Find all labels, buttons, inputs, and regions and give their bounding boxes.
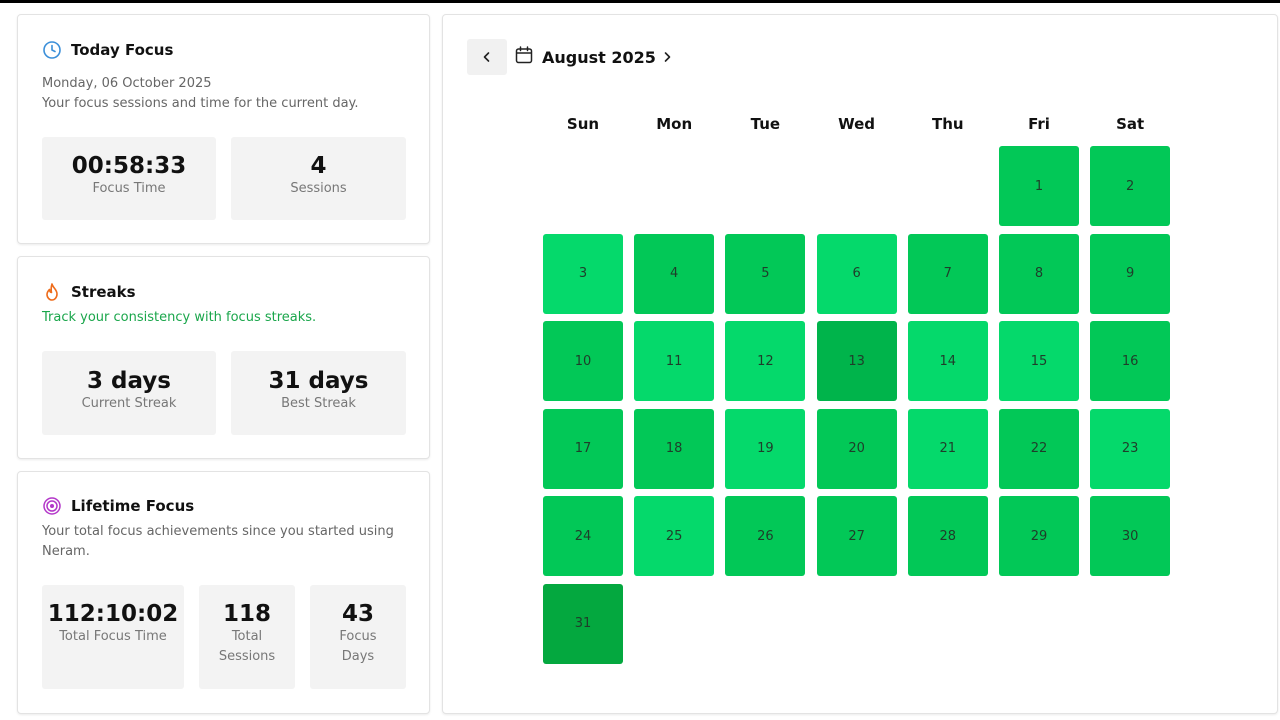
- calendar-day[interactable]: 10: [543, 321, 623, 401]
- total-focus-time-value: 112:10:02: [47, 601, 179, 627]
- total-sessions-stat: 118 Total Sessions: [199, 585, 295, 689]
- calendar-card: August 2025 Sun Mon Tue Wed Thu Fri Sat 123456…: [442, 14, 1278, 714]
- weekday-tue: Tue: [750, 115, 781, 133]
- sessions-label: Sessions: [290, 181, 347, 196]
- focus-days-label: Focus Days: [339, 629, 377, 664]
- calendar-day[interactable]: 31: [543, 583, 623, 664]
- calendar-day[interactable]: 5: [725, 233, 806, 314]
- current-streak-value: 3 days: [87, 368, 171, 394]
- calendar-day[interactable]: 20: [816, 408, 897, 489]
- focus-days-value: 43: [341, 601, 374, 627]
- today-focus-header: Today Focus: [42, 40, 173, 60]
- weekday-sat: Sat: [1116, 115, 1145, 133]
- calendar-day[interactable]: 24: [543, 496, 623, 576]
- calendar-day[interactable]: 18: [634, 408, 715, 489]
- focus-days-stat: 43 Focus Days: [310, 585, 406, 689]
- calendar-day[interactable]: 12: [725, 321, 806, 401]
- current-streak-label: Current Streak: [81, 396, 177, 411]
- focus-time-value: 00:58:33: [71, 153, 187, 179]
- calendar-day[interactable]: 28: [907, 496, 988, 576]
- calendar-day[interactable]: 15: [999, 321, 1079, 401]
- calendar-icon: [515, 46, 533, 68]
- best-streak-stat: 31 days Best Streak: [231, 351, 406, 435]
- calendar-day[interactable]: 29: [999, 496, 1079, 576]
- weekday-sun: Sun: [566, 115, 600, 133]
- sessions-value: 4: [310, 153, 327, 179]
- calendar-day[interactable]: 9: [1090, 233, 1171, 314]
- calendar-day[interactable]: 6: [816, 233, 897, 314]
- sessions-stat: 4 Sessions: [231, 137, 406, 220]
- calendar-day[interactable]: 2: [1090, 146, 1171, 226]
- streaks-header: Streaks: [42, 282, 136, 302]
- best-streak-label: Best Streak: [281, 396, 356, 411]
- today-focus-date: Monday, 06 October 2025: [42, 76, 212, 91]
- today-focus-title: Today Focus: [71, 41, 174, 59]
- calendar-day[interactable]: 25: [634, 496, 715, 576]
- calendar-day[interactable]: 14: [907, 321, 988, 401]
- today-focus-card: Today Focus Monday, 06 October 2025 Your…: [17, 14, 430, 244]
- chevron-left-icon: [481, 48, 493, 67]
- calendar-day[interactable]: 7: [907, 233, 988, 314]
- streaks-card: Streaks Track your consistency with focu…: [17, 256, 430, 459]
- calendar-day[interactable]: 21: [907, 408, 988, 489]
- calendar-day[interactable]: 1: [999, 146, 1079, 226]
- month-title: August 2025: [542, 47, 656, 67]
- calendar-day[interactable]: 26: [725, 496, 806, 576]
- calendar-day[interactable]: 19: [725, 408, 806, 489]
- target-icon: [42, 496, 62, 516]
- calendar-day[interactable]: 22: [999, 408, 1079, 489]
- flame-icon: [42, 282, 62, 302]
- focus-time-stat: 00:58:33 Focus Time: [42, 137, 216, 220]
- total-focus-time-label: Total Focus Time: [59, 629, 167, 644]
- lifetime-focus-description: Your total focus achievements since you …: [42, 524, 394, 559]
- calendar-day[interactable]: 17: [543, 408, 623, 489]
- total-sessions-label: Total Sessions: [218, 629, 276, 664]
- calendar-day[interactable]: 13: [816, 321, 897, 401]
- calendar-day[interactable]: 23: [1090, 408, 1171, 489]
- today-focus-description: Your focus sessions and time for the cur…: [42, 96, 359, 111]
- calendar-day[interactable]: 3: [543, 233, 623, 314]
- calendar-day[interactable]: 8: [999, 233, 1079, 314]
- streaks-description: Track your consistency with focus streak…: [42, 310, 317, 325]
- weekday-mon: Mon: [656, 115, 693, 133]
- window-top-border: [0, 0, 1280, 3]
- calendar-day[interactable]: 16: [1090, 321, 1171, 401]
- total-focus-time-stat: 112:10:02 Total Focus Time: [42, 585, 184, 689]
- next-month-button[interactable]: [647, 39, 687, 75]
- month-label: August 2025: [515, 46, 656, 68]
- focus-time-label: Focus Time: [92, 181, 166, 196]
- weekday-wed: Wed: [838, 115, 876, 133]
- weekday-fri: Fri: [1028, 115, 1050, 133]
- lifetime-focus-card: Lifetime Focus Your total focus achievem…: [17, 471, 430, 714]
- chevron-right-icon: [661, 48, 673, 67]
- calendar-day[interactable]: 4: [634, 233, 715, 314]
- weekday-thu: Thu: [932, 115, 964, 133]
- previous-month-button[interactable]: [467, 39, 507, 75]
- streaks-title: Streaks: [71, 283, 136, 301]
- calendar-day[interactable]: 30: [1090, 496, 1171, 576]
- calendar-day[interactable]: 27: [816, 496, 897, 576]
- calendar-day[interactable]: 11: [634, 321, 715, 401]
- lifetime-focus-header: Lifetime Focus: [42, 496, 194, 516]
- best-streak-value: 31 days: [268, 368, 369, 394]
- lifetime-focus-title: Lifetime Focus: [71, 497, 195, 515]
- current-streak-stat: 3 days Current Streak: [42, 351, 216, 435]
- total-sessions-value: 118: [222, 601, 271, 627]
- clock-icon: [42, 40, 62, 60]
